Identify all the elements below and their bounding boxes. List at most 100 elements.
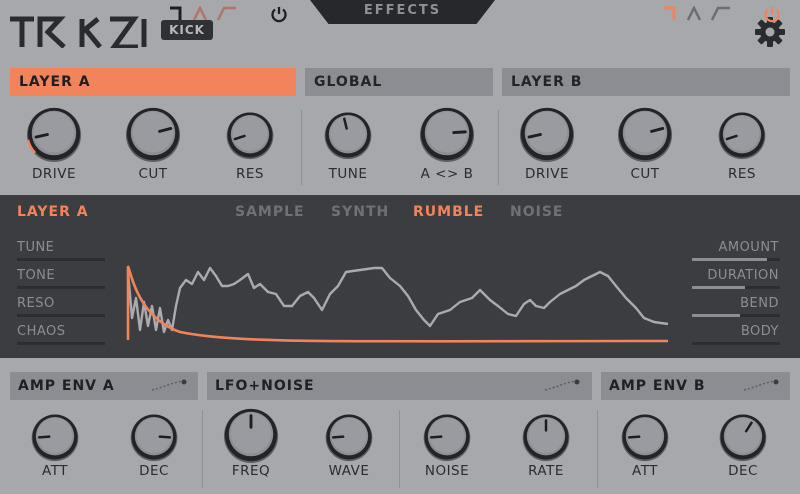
logo <box>10 16 147 48</box>
knob-res-a[interactable] <box>225 110 275 160</box>
knob-face <box>624 111 666 153</box>
param-duration-slider[interactable] <box>692 286 780 289</box>
knob-wave[interactable] <box>324 412 374 462</box>
knob-label: CUT <box>630 166 660 182</box>
knob-att-b[interactable] <box>620 412 670 462</box>
knob-pointer <box>158 435 172 439</box>
knob-face <box>725 417 761 453</box>
knob-pointer <box>452 130 467 135</box>
layer-a-title: LAYER A <box>19 74 91 90</box>
layer-b-header[interactable]: LAYER B <box>502 68 790 96</box>
filter-type-icons-b[interactable] <box>662 6 740 22</box>
tab-sample[interactable]: SAMPLE <box>235 204 305 220</box>
param-body-slider[interactable] <box>692 342 780 345</box>
layer-a-header[interactable]: LAYER A <box>10 68 296 96</box>
slider-fill <box>692 258 767 261</box>
param-tone-slider[interactable] <box>17 286 105 289</box>
tab-synth[interactable]: SYNTH <box>331 204 389 220</box>
layer-b-title: LAYER B <box>511 74 583 90</box>
editor-layer-title: LAYER A <box>17 204 89 220</box>
knob-tune[interactable] <box>323 110 373 160</box>
slider-fill <box>692 286 745 289</box>
knob-label: WAVE <box>328 463 370 479</box>
knob-face <box>232 115 268 151</box>
param-bend[interactable]: BEND <box>740 296 779 311</box>
param-tune-slider[interactable] <box>17 258 105 261</box>
global-header: GLOBAL <box>305 68 493 96</box>
knob-dec-a[interactable] <box>129 412 179 462</box>
knob-pointer <box>37 435 51 439</box>
knob-label: RES <box>728 166 756 182</box>
divider <box>399 410 400 488</box>
envelope-curve-icon[interactable] <box>150 378 188 394</box>
knob-cut-b[interactable] <box>616 105 674 163</box>
knob-face <box>132 111 174 153</box>
knob-face <box>627 417 663 453</box>
param-duration[interactable]: DURATION <box>707 268 779 283</box>
knob-pointer <box>331 435 345 439</box>
param-reso[interactable]: RESO <box>17 296 55 311</box>
slider-fill <box>692 314 741 317</box>
knob-face <box>331 417 367 453</box>
knob-label: CUT <box>138 166 168 182</box>
global-title: GLOBAL <box>314 74 383 90</box>
knob-label: DRIVE <box>31 166 77 182</box>
power-icon-b[interactable] <box>763 5 781 23</box>
knob-drive-a[interactable] <box>25 105 83 163</box>
knob-label: RATE <box>528 463 564 479</box>
divider <box>202 410 203 488</box>
knob-face <box>37 417 73 453</box>
knob-label: NOISE <box>424 463 470 479</box>
knob-label: FREQ <box>231 463 271 479</box>
knob-label: ATT <box>632 463 658 479</box>
knob-rate[interactable] <box>521 412 571 462</box>
knob-label: DEC <box>728 463 758 479</box>
knob-pointer <box>627 435 641 439</box>
knob-label: A <> B <box>420 166 474 182</box>
knob-face <box>33 111 75 153</box>
param-chaos-slider[interactable] <box>17 342 105 345</box>
knob-att-a[interactable] <box>30 412 80 462</box>
waveform-display <box>126 265 669 343</box>
param-amount-slider[interactable] <box>692 258 780 261</box>
knob-label: TUNE <box>328 166 368 182</box>
knob-label: RES <box>236 166 264 182</box>
tab-rumble[interactable]: RUMBLE <box>413 204 484 220</box>
knob-label: DRIVE <box>524 166 570 182</box>
rumble-waveform <box>126 266 669 334</box>
filter-type-icons[interactable] <box>168 6 246 22</box>
param-amount[interactable]: AMOUNT <box>718 240 779 255</box>
knob-freq[interactable] <box>222 406 280 464</box>
envelope-curve-icon[interactable] <box>543 378 581 394</box>
param-bend-slider[interactable] <box>692 314 780 317</box>
param-tone[interactable]: TONE <box>17 268 55 283</box>
divider <box>498 110 499 185</box>
knob-label: DEC <box>139 463 169 479</box>
knob-dec-b[interactable] <box>718 412 768 462</box>
lfo-noise-title: LFO+NOISE <box>215 378 315 394</box>
lfo-noise-header: LFO+NOISE <box>207 372 592 400</box>
param-body[interactable]: BODY <box>741 324 779 339</box>
knob-cut-a[interactable] <box>124 105 182 163</box>
divider <box>301 110 302 185</box>
power-icon[interactable] <box>270 5 288 23</box>
knob-res-b[interactable] <box>717 110 767 160</box>
knob-face <box>136 417 172 453</box>
knob-pointer <box>429 435 443 439</box>
knob-face <box>429 417 465 453</box>
tab-noise[interactable]: NOISE <box>510 204 563 220</box>
knob-noise[interactable] <box>422 412 472 462</box>
amp-env-a-title: AMP ENV A <box>18 378 115 394</box>
knob-face <box>330 115 366 151</box>
param-reso-slider[interactable] <box>17 314 105 317</box>
param-chaos[interactable]: CHAOS <box>17 324 66 339</box>
knob-label: ATT <box>42 463 68 479</box>
param-tune[interactable]: TUNE <box>17 240 54 255</box>
knob-face <box>526 111 568 153</box>
tab-effects[interactable]: EFFECTS <box>310 0 495 24</box>
amp-env-b-title: AMP ENV B <box>609 378 706 394</box>
knob-drive-b[interactable] <box>518 105 576 163</box>
envelope-curve-icon[interactable] <box>742 378 780 394</box>
knob-ab-mix[interactable] <box>418 105 476 163</box>
divider <box>597 410 598 488</box>
